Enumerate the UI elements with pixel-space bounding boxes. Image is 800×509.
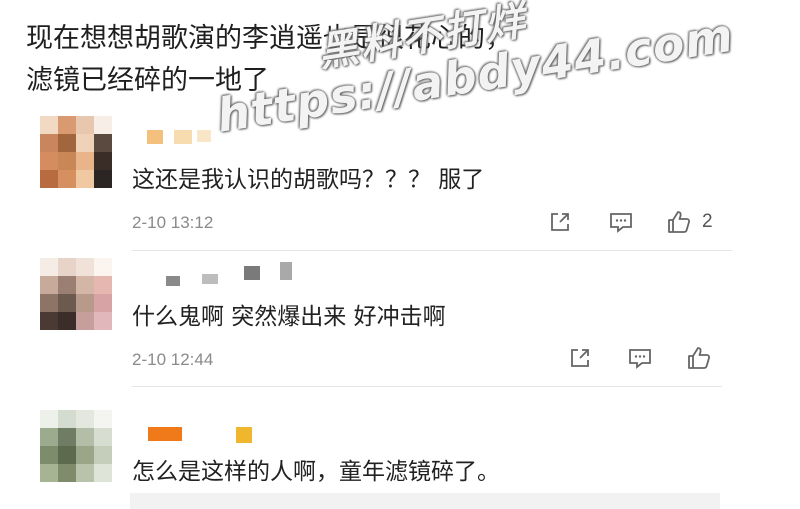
avatar-pixel [40, 258, 58, 276]
avatar-pixel [40, 134, 58, 152]
avatar-pixel [76, 258, 94, 276]
avatar-pixel [76, 446, 94, 464]
avatar-pixel [40, 446, 58, 464]
username[interactable] [132, 260, 332, 286]
avatar-pixel [40, 276, 58, 294]
comment-icon[interactable] [607, 208, 635, 236]
avatar-pixel [94, 464, 112, 482]
username-block [166, 276, 180, 286]
avatar-pixel [76, 294, 94, 312]
avatar-pixel [94, 410, 112, 428]
like-count: 2 [702, 211, 713, 232]
avatar-pixel [58, 428, 76, 446]
avatar-pixel [94, 276, 112, 294]
avatar-pixel [58, 134, 76, 152]
divider [132, 250, 732, 251]
username-block [244, 266, 260, 280]
avatar[interactable] [40, 258, 112, 330]
share-icon[interactable] [546, 208, 574, 236]
avatar-pixel [94, 134, 112, 152]
avatar-pixel [40, 294, 58, 312]
avatar-pixel [76, 464, 94, 482]
like-icon[interactable] [685, 344, 713, 372]
avatar-pixel [40, 410, 58, 428]
avatar-pixel [76, 312, 94, 330]
comment-icon[interactable] [626, 344, 654, 372]
avatar-pixel [76, 116, 94, 134]
username-block [147, 130, 163, 144]
share-icon[interactable] [566, 344, 594, 372]
avatar-pixel [76, 276, 94, 294]
avatar-pixel [76, 170, 94, 188]
avatar-pixel [58, 464, 76, 482]
post-text: 现在想想胡歌演的李逍遥也是很花心的， 滤镜已经碎的一地了 [26, 18, 586, 102]
username[interactable] [132, 126, 262, 148]
avatar-pixel [58, 258, 76, 276]
comment-actions [560, 344, 730, 374]
avatar-pixel [40, 428, 58, 446]
avatar-pixel [58, 116, 76, 134]
comment-actions: 2 [540, 208, 730, 238]
avatar-pixel [40, 152, 58, 170]
avatar-pixel [58, 410, 76, 428]
avatar-pixel [58, 294, 76, 312]
avatar-pixel [58, 152, 76, 170]
avatar-pixel [94, 446, 112, 464]
avatar-pixel [40, 312, 58, 330]
username-block [174, 130, 192, 144]
comment-time: 2-10 12:44 [132, 350, 214, 369]
avatar-pixel [76, 410, 94, 428]
avatar-pixel [94, 152, 112, 170]
avatar-pixel [94, 116, 112, 134]
post-line-1: 现在想想胡歌演的李逍遥也是很花心的， [26, 23, 512, 54]
bottom-bar [130, 493, 720, 509]
avatar-pixel [76, 152, 94, 170]
avatar[interactable] [40, 410, 112, 482]
username-block [197, 130, 211, 142]
comment-text: 这还是我认识的胡歌吗？？？ 服了 [132, 167, 485, 193]
avatar-pixel [58, 276, 76, 294]
divider [132, 386, 722, 387]
username-block [148, 427, 182, 441]
comment-text: 怎么是这样的人啊，童年滤镜碎了。 [132, 459, 500, 485]
avatar-pixel [58, 170, 76, 188]
avatar-pixel [94, 294, 112, 312]
avatar-pixel [76, 428, 94, 446]
comment-time: 2-10 13:12 [132, 213, 214, 232]
avatar-pixel [94, 312, 112, 330]
avatar[interactable] [40, 116, 112, 188]
avatar-pixel [94, 258, 112, 276]
comment-text: 什么鬼啊 突然爆出来 好冲击啊 [132, 304, 446, 330]
username[interactable] [132, 425, 272, 447]
avatar-pixel [58, 446, 76, 464]
post-line-2: 滤镜已经碎的一地了 [26, 65, 269, 96]
username-block [236, 427, 252, 443]
avatar-pixel [40, 464, 58, 482]
username-block [202, 274, 218, 284]
avatar-pixel [76, 134, 94, 152]
avatar-pixel [94, 428, 112, 446]
avatar-pixel [58, 312, 76, 330]
avatar-pixel [40, 170, 58, 188]
avatar-pixel [94, 170, 112, 188]
like-icon[interactable] [665, 208, 693, 236]
avatar-pixel [40, 116, 58, 134]
username-block [280, 262, 292, 280]
